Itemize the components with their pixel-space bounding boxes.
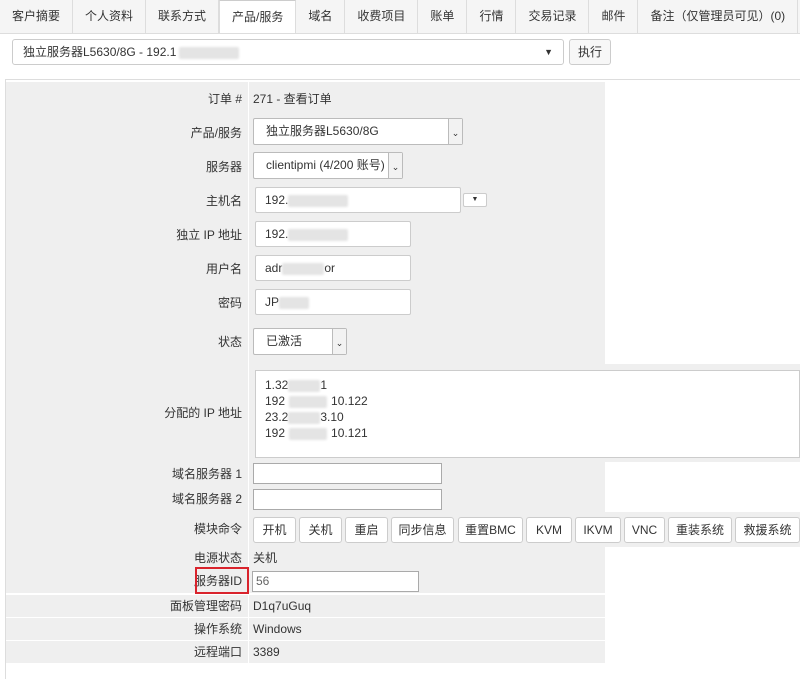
password-label: 密码 bbox=[6, 286, 248, 320]
rescue-system-button[interactable]: 救援系统 bbox=[735, 517, 800, 543]
ip-line: 192 10.121 bbox=[265, 425, 368, 441]
redacted-text bbox=[288, 228, 349, 241]
ip-part: 3.10 bbox=[320, 410, 344, 424]
os-field-bg bbox=[249, 618, 605, 640]
server-select[interactable]: clientipmi (4/200 账号) bbox=[253, 152, 403, 179]
status-label: 状态 bbox=[6, 320, 248, 364]
status-select-value: 已激活 bbox=[266, 334, 303, 348]
ip-part: 1 bbox=[320, 378, 328, 392]
server-label: 服务器 bbox=[6, 150, 248, 184]
ip-line: 192 10.122 bbox=[265, 393, 368, 409]
reboot-button[interactable]: 重启 bbox=[345, 517, 388, 543]
tab-transactions[interactable]: 交易记录 bbox=[516, 0, 590, 33]
username-value-suffix: or bbox=[324, 261, 336, 275]
panel-password-value: D1q7uGuq bbox=[253, 599, 312, 613]
sync-info-button[interactable]: 同步信息 bbox=[391, 517, 454, 543]
caret-down-icon: ▼ bbox=[471, 196, 479, 203]
server-select-value: clientipmi (4/200 账号) bbox=[266, 158, 385, 172]
hostname-dropdown-button[interactable]: ▼ bbox=[463, 193, 487, 207]
remote-port-value: 3389 bbox=[253, 645, 280, 659]
power-on-button[interactable]: 开机 bbox=[253, 517, 296, 543]
tab-billable-items[interactable]: 收费项目 bbox=[345, 0, 419, 33]
product-select[interactable]: 独立服务器L5630/8G bbox=[253, 118, 463, 145]
username-label: 用户名 bbox=[6, 252, 248, 286]
order-value: 271 - 查看订单 bbox=[253, 92, 332, 106]
tab-bar: 客户摘要 个人资料 联系方式 产品/服务 域名 收费项目 账单 行情 交易记录 … bbox=[0, 0, 800, 34]
service-select-value: 独立服务器L5630/8G - 192.1 bbox=[23, 45, 177, 59]
redacted-text bbox=[288, 411, 321, 424]
tab-emails[interactable]: 邮件 bbox=[589, 0, 639, 33]
username-input[interactable]: adr or bbox=[255, 255, 411, 281]
dedicated-ip-value: 192. bbox=[265, 227, 289, 241]
tab-profile[interactable]: 个人资料 bbox=[73, 0, 147, 33]
ip-part: 192 bbox=[265, 426, 286, 440]
chevron-down-icon bbox=[332, 329, 346, 354]
highlight-box bbox=[195, 567, 249, 594]
redacted-text bbox=[288, 379, 321, 392]
hostname-input[interactable]: 192. bbox=[255, 187, 461, 213]
ns1-input[interactable] bbox=[253, 463, 442, 484]
dropdown-caret-icon: ▼ bbox=[544, 47, 553, 57]
redacted-text bbox=[288, 194, 349, 207]
order-label: 订单 # bbox=[6, 82, 248, 116]
vnc-button[interactable]: VNC bbox=[624, 517, 665, 543]
tab-quotes[interactable]: 行情 bbox=[467, 0, 517, 33]
ip-part: 192 bbox=[265, 394, 286, 408]
remote-port-label: 远程端口 bbox=[6, 641, 248, 663]
tab-notes[interactable]: 备注（仅管理员可见）(0) bbox=[638, 0, 799, 33]
product-label: 产品/服务 bbox=[6, 116, 248, 150]
assigned-ips-label: 分配的 IP 地址 bbox=[6, 364, 248, 462]
execute-button[interactable]: 执行 bbox=[569, 39, 611, 65]
chevron-down-icon bbox=[448, 119, 462, 144]
hostname-value: 192. bbox=[265, 193, 289, 207]
ns2-input[interactable] bbox=[253, 489, 442, 510]
redacted-text bbox=[282, 262, 325, 275]
ns2-label: 域名服务器 2 bbox=[6, 486, 248, 512]
chevron-down-icon bbox=[388, 153, 402, 178]
username-value-prefix: adr bbox=[265, 261, 283, 275]
redacted-text bbox=[279, 296, 310, 309]
ip-part: 10.121 bbox=[331, 426, 368, 440]
power-status-label: 电源状态 bbox=[6, 547, 248, 569]
reinstall-os-button[interactable]: 重装系统 bbox=[668, 517, 732, 543]
redacted-text bbox=[289, 395, 328, 408]
product-select-value: 独立服务器L5630/8G bbox=[266, 124, 379, 138]
tab-products-services[interactable]: 产品/服务 bbox=[219, 0, 297, 33]
ip-line: 23.2 3.10 bbox=[265, 409, 344, 425]
password-input[interactable]: JP bbox=[255, 289, 411, 315]
tab-contacts[interactable]: 联系方式 bbox=[146, 0, 220, 33]
ip-part: 23.2 bbox=[265, 410, 289, 424]
server-id-input[interactable]: 56 bbox=[252, 571, 419, 592]
os-value: Windows bbox=[253, 622, 302, 636]
hostname-label: 主机名 bbox=[6, 184, 248, 218]
redacted-text bbox=[179, 46, 240, 59]
service-select[interactable]: 独立服务器L5630/8G - 192.1 ▼ bbox=[12, 39, 564, 65]
ip-part: 10.122 bbox=[331, 394, 368, 408]
panel-password-label: 面板管理密码 bbox=[6, 595, 248, 617]
remote-port-field-bg bbox=[249, 641, 605, 663]
module-commands-label: 模块命令 bbox=[6, 512, 248, 547]
status-select[interactable]: 已激活 bbox=[253, 328, 347, 355]
ikvm-button[interactable]: IKVM bbox=[575, 517, 621, 543]
dedicated-ip-input[interactable]: 192. bbox=[255, 221, 411, 247]
assigned-ips-textarea[interactable]: 1.32 1 192 10.122 23.2 3.10 192 10.121 bbox=[255, 370, 800, 458]
password-value: JP bbox=[265, 295, 280, 309]
os-label: 操作系统 bbox=[6, 618, 248, 640]
kvm-button[interactable]: KVM bbox=[526, 517, 572, 543]
ns1-label: 域名服务器 1 bbox=[6, 462, 248, 486]
power-status-value: 关机 bbox=[253, 551, 278, 565]
redacted-text bbox=[289, 427, 328, 440]
tab-domains[interactable]: 域名 bbox=[296, 0, 346, 33]
tab-client-summary[interactable]: 客户摘要 bbox=[0, 0, 74, 33]
dedicated-ip-label: 独立 IP 地址 bbox=[6, 218, 248, 252]
power-off-button[interactable]: 关机 bbox=[299, 517, 342, 543]
power-status-field-bg bbox=[249, 547, 605, 569]
reset-bmc-button[interactable]: 重置BMC bbox=[458, 517, 523, 543]
ip-part: 1.32 bbox=[265, 378, 289, 392]
ip-line: 1.32 1 bbox=[265, 377, 327, 393]
tab-invoices[interactable]: 账单 bbox=[418, 0, 468, 33]
